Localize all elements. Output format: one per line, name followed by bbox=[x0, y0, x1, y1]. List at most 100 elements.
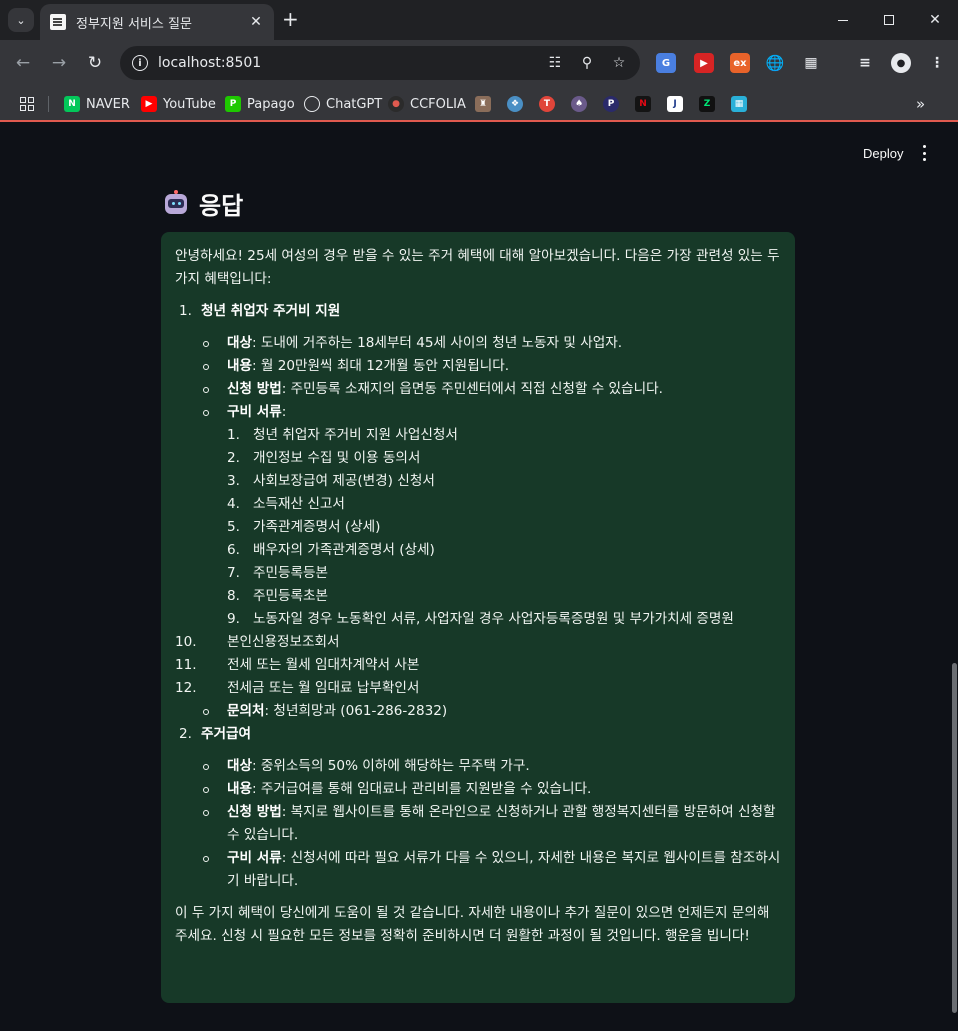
papago-icon: P bbox=[225, 96, 241, 112]
document-text: 주민등록초본 bbox=[253, 588, 329, 604]
p-bookmark-icon[interactable]: P bbox=[603, 96, 619, 112]
detail-text: : 중위소득의 50% 이하에 해당하는 무주택 가구. bbox=[252, 758, 530, 774]
naver-icon: N bbox=[64, 96, 80, 112]
document-item: 1. 청년 취업자 주거비 지원 사업신청서 bbox=[227, 427, 458, 443]
bookmark-star-icon[interactable]: ☆ bbox=[610, 54, 628, 72]
url-text[interactable]: localhost:8501 bbox=[158, 55, 261, 71]
minimize-button[interactable] bbox=[820, 0, 866, 40]
youtube-icon: ▶ bbox=[141, 96, 157, 112]
bookmark-naver[interactable]: N NAVER bbox=[64, 93, 130, 115]
zoom-icon[interactable]: ⚲ bbox=[578, 54, 596, 72]
detail-text: : 신청서에 따라 필요 서류가 다를 수 있으니, 자세한 내용은 복지로 웹… bbox=[227, 850, 781, 889]
bookmarks-separator bbox=[48, 96, 49, 112]
maximize-icon bbox=[884, 15, 894, 25]
browser-menu-icon[interactable]: ⋮ bbox=[927, 53, 947, 73]
detail-label: 대상 bbox=[227, 758, 253, 774]
document-text: 소득재산 신고서 bbox=[253, 496, 345, 512]
document-item: 6. 배우자의 가족관계증명서 (상세) bbox=[227, 542, 435, 558]
bookmark-label: NAVER bbox=[86, 96, 130, 112]
reading-list-icon[interactable]: ≡ bbox=[855, 53, 875, 73]
bookmark-chatgpt[interactable]: ChatGPT bbox=[304, 93, 382, 115]
page-scrollbar[interactable] bbox=[952, 663, 957, 1013]
document-text: 사회보장급여 제공(변경) 신청서 bbox=[253, 473, 435, 489]
bookmark-youtube[interactable]: ▶ YouTube bbox=[141, 93, 216, 115]
document-text: 주민등록등본 bbox=[253, 565, 329, 581]
document-text: 배우자의 가족관계증명서 (상세) bbox=[253, 542, 435, 558]
detail-text: : bbox=[281, 404, 287, 420]
benefit-list: 1. 청년 취업자 주거비 지원 대상: 도내에 거주하는 18세부터 45세 … bbox=[175, 300, 781, 893]
document-text: 본인신용정보조회서 bbox=[227, 634, 340, 650]
document-text: 노동자일 경우 노동확인 서류, 사업자일 경우 사업자등록증명원 및 부가가치… bbox=[253, 611, 734, 627]
detail-item: 구비 서류: 신청서에 따라 필요 서류가 다를 수 있으니, 자세한 내용은 … bbox=[201, 847, 781, 893]
bookmark-papago[interactable]: P Papago bbox=[225, 93, 295, 115]
document-text: 전세 또는 월세 임대차계약서 사본 bbox=[227, 657, 420, 673]
answer-box: 안녕하세요! 25세 여성의 경우 받을 수 있는 주거 혜택에 대해 알아보겠… bbox=[161, 232, 795, 1003]
reload-button[interactable]: ↻ bbox=[84, 52, 106, 74]
extensions-puzzle-icon[interactable]: ▦ bbox=[801, 53, 821, 73]
bookmark-label: CCFOLIA bbox=[410, 96, 466, 112]
ccfolia-icon: ● bbox=[388, 96, 404, 112]
globe-bookmark-icon[interactable]: ❖ bbox=[507, 96, 523, 112]
benefit-details: 대상: 중위소득의 50% 이하에 해당하는 무주택 가구. 내용: 주거급여를… bbox=[201, 755, 781, 893]
detail-text: : 복지로 웹사이트를 통해 온라인으로 신청하거나 관할 행정복지센터를 방문… bbox=[227, 804, 776, 843]
info-icon[interactable]: i bbox=[132, 55, 148, 71]
google-translate-extension-icon[interactable]: G bbox=[656, 53, 676, 73]
document-text: 개인정보 수집 및 이용 동의서 bbox=[253, 450, 421, 466]
forward-button[interactable]: → bbox=[48, 52, 70, 74]
maximize-button[interactable] bbox=[866, 0, 912, 40]
reload-icon: ↻ bbox=[87, 53, 103, 73]
chatgpt-icon bbox=[304, 96, 320, 112]
document-item: 5. 가족관계증명서 (상세) bbox=[227, 519, 381, 535]
document-item: 12. 전세금 또는 월 임대료 납부확인서 bbox=[175, 677, 781, 700]
castle-bookmark-icon[interactable]: ♜ bbox=[475, 96, 491, 112]
more-bookmarks-icon[interactable]: » bbox=[916, 93, 925, 115]
documents-list: 1. 청년 취업자 주거비 지원 사업신청서 2. 개인정보 수집 및 이용 동의서… bbox=[227, 424, 781, 631]
red-circle-bookmark-icon[interactable]: T bbox=[539, 96, 555, 112]
new-tab-button[interactable]: + bbox=[282, 9, 299, 29]
outro-text: 이 두 가지 혜택이 당신에게 도움이 될 것 같습니다. 자세한 내용이나 추… bbox=[175, 905, 770, 944]
translate-icon[interactable]: ☷ bbox=[546, 54, 564, 72]
detail-label: 구비 서류 bbox=[227, 850, 282, 866]
character-bookmark-icon[interactable]: ♠ bbox=[571, 96, 587, 112]
detail-text: : 월 20만원씩 최대 12개월 동안 지원됩니다. bbox=[252, 358, 510, 374]
close-window-button[interactable]: ✕ bbox=[912, 0, 958, 40]
detail-item: 신청 방법: 복지로 웹사이트를 통해 온라인으로 신청하거나 관할 행정복지센… bbox=[201, 801, 781, 847]
bookmark-label: YouTube bbox=[163, 96, 216, 112]
netflix-bookmark-icon[interactable]: N bbox=[635, 96, 651, 112]
page-title: 응답 bbox=[163, 186, 243, 221]
detail-label: 신청 방법 bbox=[227, 381, 282, 397]
back-button[interactable]: ← bbox=[12, 52, 34, 74]
document-item: 10. 본인신용정보조회서 bbox=[175, 631, 781, 654]
address-bar[interactable]: i localhost:8501 ☷ ⚲ ☆ bbox=[120, 46, 640, 80]
list-number: 10. bbox=[175, 634, 197, 650]
globe-extension-icon[interactable]: 🌐 bbox=[765, 53, 785, 73]
bookmark-ccfolia[interactable]: ● CCFOLIA bbox=[388, 93, 466, 115]
arrow-left-icon: ← bbox=[15, 53, 31, 73]
intro-text: 안녕하세요! 25세 여성의 경우 받을 수 있는 주거 혜택에 대해 알아보겠… bbox=[175, 248, 780, 287]
apps-grid-icon[interactable] bbox=[20, 97, 34, 111]
list-number: 1. bbox=[179, 303, 192, 319]
j-bookmark-icon[interactable]: J bbox=[667, 96, 683, 112]
memo-icon bbox=[50, 14, 66, 30]
document-item: 3. 사회보장급여 제공(변경) 신청서 bbox=[227, 473, 435, 489]
arrow-right-icon: → bbox=[51, 53, 67, 73]
close-icon[interactable]: ✕ bbox=[248, 14, 264, 30]
profile-avatar-icon[interactable]: ● bbox=[891, 53, 911, 73]
document-text: 전세금 또는 월 임대료 납부확인서 bbox=[227, 680, 420, 696]
close-window-icon: ✕ bbox=[929, 12, 941, 28]
document-text: 청년 취업자 주거비 지원 사업신청서 bbox=[253, 427, 458, 443]
detail-text: : 청년희망과 (061-286-2832) bbox=[264, 703, 448, 719]
app-menu-icon[interactable] bbox=[921, 145, 927, 161]
deploy-button[interactable]: Deploy bbox=[863, 146, 903, 161]
detail-item: 구비 서류: 1. 청년 취업자 주거비 지원 사업신청서 2. 개인정보 수집 및… bbox=[201, 401, 781, 631]
benefit-item: 1. 청년 취업자 주거비 지원 대상: 도내에 거주하는 18세부터 45세 … bbox=[175, 300, 781, 723]
browser-tab[interactable]: 정부지원 서비스 질문 ✕ bbox=[40, 4, 274, 40]
detail-label: 신청 방법 bbox=[227, 804, 282, 820]
youtube-extension-icon[interactable]: ▶ bbox=[694, 53, 714, 73]
grid-bookmark-icon[interactable]: ▦ bbox=[731, 96, 747, 112]
z-bookmark-icon[interactable]: Z bbox=[699, 96, 715, 112]
bookmark-label: Papago bbox=[247, 96, 295, 112]
document-item: 9. 노동자일 경우 노동확인 서류, 사업자일 경우 사업자등록증명원 및 부가… bbox=[227, 611, 734, 627]
tab-search-button[interactable]: ⌄ bbox=[8, 8, 34, 32]
ex-extension-icon[interactable]: ex bbox=[730, 53, 750, 73]
